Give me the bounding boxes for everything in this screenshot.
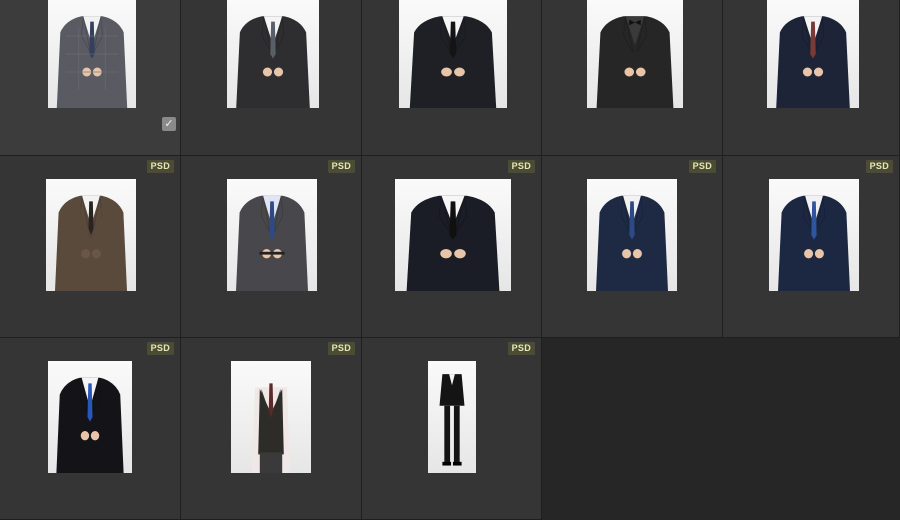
psd-badge: PSD bbox=[507, 160, 535, 173]
thumbnail-card[interactable]: PSD bbox=[0, 338, 181, 520]
thumbnail-card[interactable]: PSD bbox=[181, 156, 362, 338]
suit-photo-thumbnail bbox=[231, 361, 311, 473]
thumbnail-card[interactable]: PSD bbox=[542, 156, 723, 338]
suit-photo-thumbnail bbox=[587, 179, 677, 291]
suit-photo-thumbnail bbox=[227, 0, 319, 108]
psd-badge: PSD bbox=[327, 160, 355, 173]
psd-badge: PSD bbox=[146, 342, 174, 355]
suit-photo-thumbnail bbox=[399, 0, 507, 108]
psd-badge: PSD bbox=[507, 342, 535, 355]
thumbnail-card[interactable]: PSD bbox=[362, 156, 542, 338]
thumbnail-card[interactable]: PSD bbox=[362, 338, 542, 520]
suit-photo-thumbnail bbox=[227, 179, 317, 291]
suit-photo-thumbnail bbox=[46, 179, 136, 291]
thumbnail-card[interactable] bbox=[723, 0, 900, 156]
thumbnail-card[interactable]: ✓ bbox=[0, 0, 181, 156]
psd-badge: PSD bbox=[688, 160, 716, 173]
suit-photo-thumbnail bbox=[769, 179, 859, 291]
thumbnail-grid: ✓ PSD PSD PSD PSD PSD PSD PSD PSD bbox=[0, 0, 900, 520]
selected-checkbox[interactable]: ✓ bbox=[162, 117, 176, 131]
thumbnail-card[interactable]: PSD bbox=[723, 156, 900, 338]
thumbnail-card[interactable] bbox=[362, 0, 542, 156]
suit-photo-thumbnail bbox=[48, 0, 136, 108]
suit-photo-thumbnail bbox=[48, 361, 132, 473]
suit-photo-thumbnail bbox=[395, 179, 511, 291]
thumbnail-card[interactable]: PSD bbox=[0, 156, 181, 338]
suit-photo-thumbnail bbox=[587, 0, 683, 108]
psd-badge: PSD bbox=[327, 342, 355, 355]
suit-photo-thumbnail bbox=[767, 0, 859, 108]
psd-badge: PSD bbox=[865, 160, 893, 173]
thumbnail-card[interactable] bbox=[542, 0, 723, 156]
thumbnail-card[interactable] bbox=[181, 0, 362, 156]
psd-badge: PSD bbox=[146, 160, 174, 173]
suit-photo-thumbnail bbox=[428, 361, 476, 473]
thumbnail-card[interactable]: PSD bbox=[181, 338, 362, 520]
